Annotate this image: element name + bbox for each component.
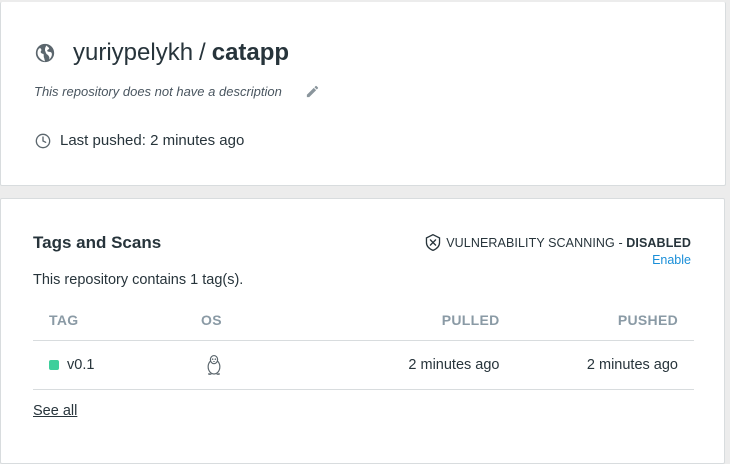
tags-table: TAG OS PULLED PUSHED v0.1 2 minutes ago … xyxy=(33,300,694,390)
see-all-link[interactable]: See all xyxy=(33,403,77,419)
globe-icon xyxy=(35,43,55,63)
tags-and-scans-card: Tags and Scans VULNERABILITY SCANNING - … xyxy=(0,198,725,464)
last-pushed: Last pushed: 2 minutes ago xyxy=(35,132,244,149)
repository-name: catapp xyxy=(211,39,290,66)
vulnerability-scanning-status: VULNERABILITY SCANNING - DISABLED xyxy=(425,234,691,251)
pencil-icon[interactable] xyxy=(305,84,320,99)
tag-name[interactable]: v0.1 xyxy=(67,357,94,373)
tag-count-text: This repository contains 1 tag(s). xyxy=(33,272,244,288)
tag-status-indicator xyxy=(49,360,59,370)
vulnerability-status: DISABLED xyxy=(626,235,691,250)
vulnerability-label: VULNERABILITY SCANNING - xyxy=(446,235,627,250)
column-header-pulled[interactable]: PULLED xyxy=(337,300,516,341)
os-cell xyxy=(185,340,337,390)
table-row[interactable]: v0.1 2 minutes ago 2 minutes ago xyxy=(33,340,694,390)
column-header-pushed[interactable]: PUSHED xyxy=(515,300,694,341)
tags-table-header: TAG OS PULLED PUSHED xyxy=(33,300,694,341)
tags-section-title: Tags and Scans xyxy=(33,233,162,252)
pulled-cell: 2 minutes ago xyxy=(337,340,516,390)
column-header-os: OS xyxy=(185,300,337,341)
repository-description: This repository does not have a descript… xyxy=(34,84,282,99)
last-pushed-text: Last pushed: 2 minutes ago xyxy=(60,132,245,149)
repository-title: yuriypelykh / catapp xyxy=(35,38,289,68)
linux-icon xyxy=(207,354,221,375)
clock-icon xyxy=(35,133,51,148)
repository-separator: / xyxy=(199,39,206,66)
shield-x-icon xyxy=(426,234,441,251)
repository-owner[interactable]: yuriypelykh xyxy=(73,39,193,67)
enable-scanning-link[interactable]: Enable xyxy=(652,253,691,267)
column-header-tag[interactable]: TAG xyxy=(33,300,185,341)
pushed-cell: 2 minutes ago xyxy=(515,340,694,390)
repository-header-card: yuriypelykh / catapp This repository doe… xyxy=(0,2,726,186)
tag-cell: v0.1 xyxy=(33,340,185,390)
